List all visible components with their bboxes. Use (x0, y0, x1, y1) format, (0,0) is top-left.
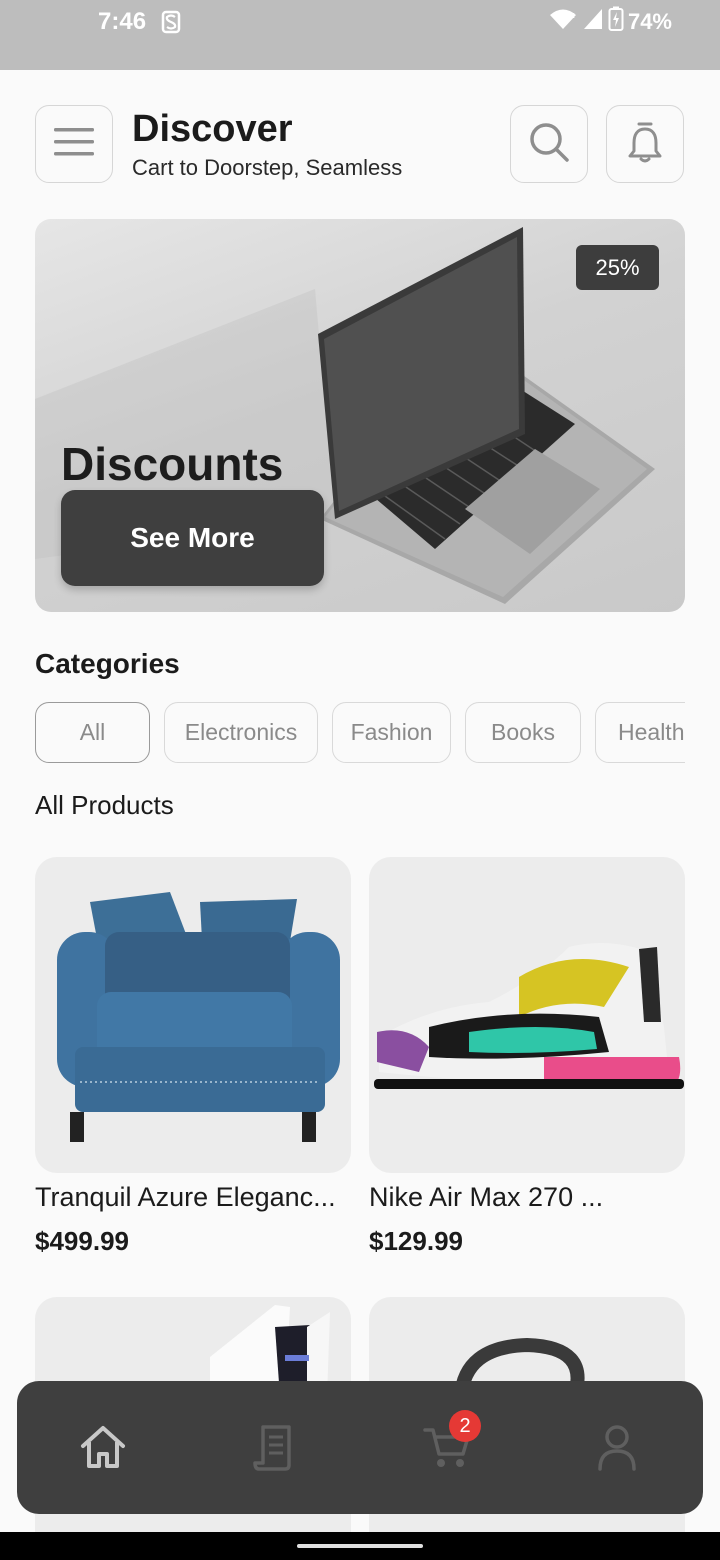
page-subtitle: Cart to Doorstep, Seamless (132, 155, 403, 180)
product-price: $129.99 (369, 1226, 463, 1256)
svg-text:x: x (569, 11, 575, 21)
discount-banner[interactable]: 25% Discounts See More (35, 219, 685, 612)
notifications-button[interactable] (606, 105, 684, 183)
battery-percent: 74% (627, 9, 672, 34)
all-products-title: All Products (35, 790, 174, 820)
cart-count-badge: 2 (449, 1410, 481, 1442)
page-title: Discover (132, 108, 293, 150)
see-more-button[interactable]: See More (61, 490, 324, 586)
nav-cart[interactable]: 2 (417, 1410, 481, 1479)
category-chips: All Electronics Fashion Books Health (35, 702, 685, 763)
header: Discover Cart to Doorstep, Seamless (35, 105, 685, 183)
orders-icon (251, 1423, 295, 1476)
product-name[interactable]: Tranquil Azure Eleganc... (35, 1182, 351, 1213)
s-sync-icon (160, 8, 182, 36)
search-icon (528, 121, 570, 168)
menu-icon (54, 126, 94, 163)
battery-charging-icon (608, 6, 624, 38)
status-bar: 7:46 x 74% (0, 0, 720, 70)
signal-icon (582, 7, 604, 37)
status-indicators: x 74% (548, 6, 672, 38)
sneaker-image (374, 943, 684, 1089)
menu-button[interactable] (35, 105, 113, 183)
product-card-image[interactable] (35, 857, 351, 1173)
bell-icon (627, 121, 663, 168)
product-price: $499.99 (35, 1226, 129, 1256)
bottom-navigation: 2 (17, 1381, 703, 1514)
home-gesture-handle[interactable] (297, 1544, 423, 1548)
banner-title: Discounts (61, 438, 284, 490)
search-button[interactable] (510, 105, 588, 183)
product-name[interactable]: Nike Air Max 270 ... (369, 1182, 685, 1213)
nav-home[interactable] (73, 1419, 133, 1479)
category-chip-fashion[interactable]: Fashion (332, 702, 451, 763)
home-icon (79, 1424, 127, 1475)
product-card-image[interactable] (369, 857, 685, 1173)
category-chip-books[interactable]: Books (465, 702, 581, 763)
discount-badge: 25% (576, 245, 659, 290)
category-chip-all[interactable]: All (35, 702, 150, 763)
nav-orders[interactable] (243, 1419, 303, 1479)
system-navigation-bar (0, 1532, 720, 1560)
category-chip-health[interactable]: Health (595, 702, 685, 763)
category-chip-electronics[interactable]: Electronics (164, 702, 318, 763)
profile-icon (596, 1423, 638, 1476)
wifi-icon: x (548, 7, 578, 37)
armchair-image (57, 892, 340, 1142)
categories-title: Categories (35, 648, 180, 679)
status-time: 7:46 (98, 8, 147, 35)
nav-profile[interactable] (587, 1419, 647, 1479)
